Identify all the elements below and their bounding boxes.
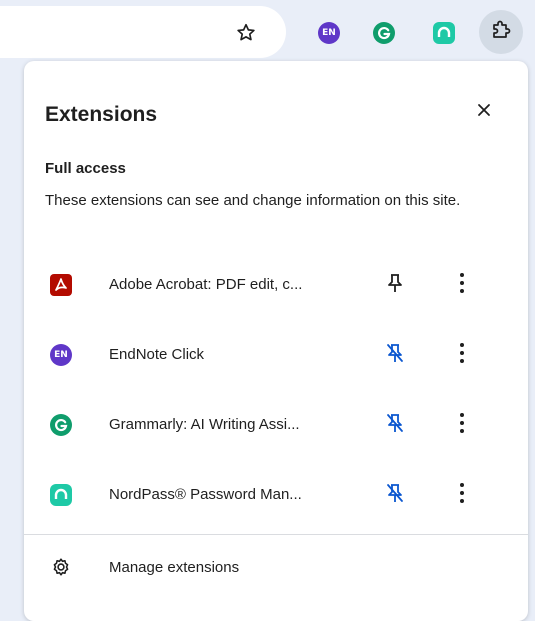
nordpass-icon xyxy=(433,22,455,44)
unpin-icon xyxy=(385,482,405,509)
more-options-button[interactable] xyxy=(446,409,478,441)
more-options-button[interactable] xyxy=(446,269,478,301)
endnote-toolbar-button[interactable]: EN xyxy=(315,19,343,47)
more-vert-icon xyxy=(459,342,465,369)
extension-name: Adobe Acrobat: PDF edit, c... xyxy=(109,276,303,293)
more-vert-icon xyxy=(459,412,465,439)
grammarly-icon xyxy=(50,414,72,436)
grammarly-icon xyxy=(373,22,395,44)
close-button[interactable] xyxy=(470,98,498,126)
extension-name: EndNote Click xyxy=(109,346,205,363)
unpin-icon xyxy=(385,342,405,369)
pin-icon xyxy=(385,272,405,299)
section-heading: Full access xyxy=(45,160,126,177)
manage-extensions-button[interactable]: Manage extensions xyxy=(24,544,528,594)
more-vert-icon xyxy=(459,482,465,509)
extension-row-nordpass[interactable]: NordPass® Password Man... xyxy=(24,463,528,533)
grammarly-toolbar-button[interactable] xyxy=(370,19,398,47)
extension-name: NordPass® Password Man... xyxy=(109,486,302,503)
manage-extensions-label: Manage extensions xyxy=(109,559,240,576)
endnote-badge: EN xyxy=(50,344,72,366)
extension-row-grammarly[interactable]: Grammarly: AI Writing Assi... xyxy=(24,393,528,463)
puzzle-icon xyxy=(489,18,513,47)
section-description: These extensions can see and change info… xyxy=(45,192,461,209)
more-options-button[interactable] xyxy=(446,339,478,371)
extension-row-adobe[interactable]: Adobe Acrobat: PDF edit, c... xyxy=(24,253,528,323)
nordpass-toolbar-button[interactable] xyxy=(430,19,458,47)
pin-button[interactable] xyxy=(379,269,411,301)
browser-toolbar: EN xyxy=(0,0,535,62)
extensions-panel: Extensions Full access These extensions … xyxy=(24,61,528,621)
unpin-button[interactable] xyxy=(379,479,411,511)
more-vert-icon xyxy=(459,272,465,299)
unpin-icon xyxy=(385,412,405,439)
adobe-acrobat-icon xyxy=(50,274,72,296)
extension-name: Grammarly: AI Writing Assi... xyxy=(109,416,300,433)
panel-title: Extensions xyxy=(45,103,158,126)
gear-icon xyxy=(50,556,72,578)
nordpass-icon xyxy=(50,484,72,506)
extension-row-endnote[interactable]: EN EndNote Click xyxy=(24,323,528,393)
unpin-button[interactable] xyxy=(379,339,411,371)
more-options-button[interactable] xyxy=(446,479,478,511)
endnote-icon: EN xyxy=(50,344,72,366)
extensions-menu-button[interactable] xyxy=(479,10,523,54)
endnote-icon: EN xyxy=(318,22,340,44)
unpin-button[interactable] xyxy=(379,409,411,441)
close-icon xyxy=(476,102,492,123)
star-icon[interactable] xyxy=(232,19,260,47)
divider xyxy=(24,534,528,535)
